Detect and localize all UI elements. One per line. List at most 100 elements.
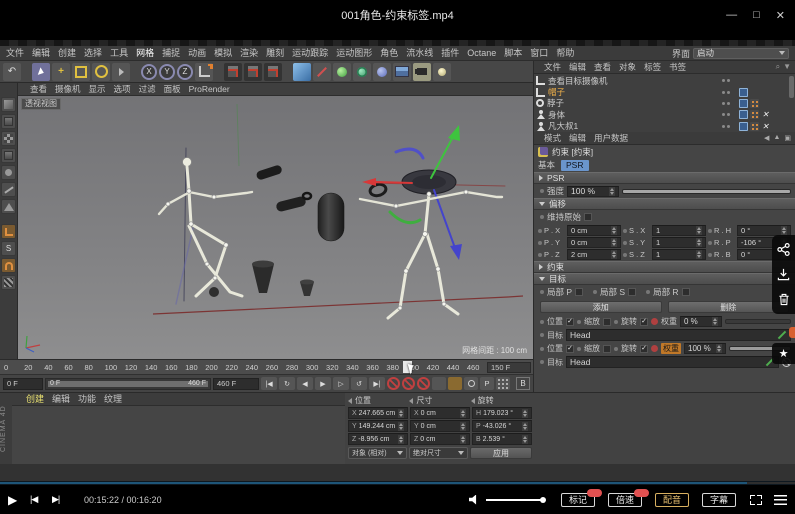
animated-dot-icon[interactable] xyxy=(651,345,658,352)
maintain-checkbox[interactable] xyxy=(584,213,592,221)
x-axis-button[interactable]: X xyxy=(141,64,157,80)
previous-video-button[interactable]: |◀ xyxy=(30,494,52,505)
delete-target-button[interactable]: 删除 xyxy=(668,301,790,313)
transport-button[interactable]: ↺ xyxy=(351,377,367,390)
fullscreen-icon[interactable] xyxy=(750,495,762,505)
menu-item[interactable]: 角色 xyxy=(376,46,402,60)
volume-icon[interactable] xyxy=(469,495,480,505)
viewport-menu-item[interactable]: 摄像机 xyxy=(51,82,85,96)
menu-item[interactable]: 插件 xyxy=(437,46,463,60)
autokey-icon[interactable] xyxy=(402,377,415,390)
rotation-checkbox[interactable]: ✓ xyxy=(640,318,648,326)
current-frame-field[interactable]: 0 F xyxy=(3,378,43,390)
section-offset[interactable]: 偏移 xyxy=(534,198,795,210)
weight-field[interactable]: 0 % xyxy=(680,316,722,327)
record-pla-toggle[interactable] xyxy=(496,377,510,390)
menu-item[interactable]: 运动图形 xyxy=(332,46,376,60)
scrollbar[interactable] xyxy=(789,76,794,98)
render-view-icon[interactable] xyxy=(224,63,242,81)
download-icon[interactable] xyxy=(777,268,790,281)
object-row[interactable]: 凡大叔1 ✕ xyxy=(536,121,795,132)
camera-icon[interactable] xyxy=(413,63,431,81)
size-mode-dropdown[interactable]: 绝对尺寸 xyxy=(409,447,468,459)
menu-item[interactable]: 模拟 xyxy=(210,46,236,60)
material-menu-item[interactable]: 功能 xyxy=(74,392,100,406)
menu-item[interactable]: 运动跟踪 xyxy=(288,46,332,60)
record-position-toggle[interactable] xyxy=(432,377,446,390)
coordinate-system-icon[interactable] xyxy=(195,63,213,81)
menu-item[interactable]: 流水线 xyxy=(402,46,437,60)
end-frame-field[interactable]: 460 F xyxy=(213,378,259,390)
attribute-menu-item[interactable]: 模式 xyxy=(540,132,565,145)
y-axis-button[interactable]: Y xyxy=(159,64,175,80)
pick-icon[interactable] xyxy=(778,331,786,339)
weights-tag-icon[interactable] xyxy=(750,122,759,131)
coord-mode-dropdown[interactable]: 对象 (相对) xyxy=(348,447,407,459)
video-frame[interactable]: 文件编辑创建选择工具网格捕捉动画模拟渲染雕刻运动跟踪运动图形角色流水线插件Oct… xyxy=(0,30,795,481)
floor-icon[interactable] xyxy=(393,63,411,81)
material-manager-body[interactable] xyxy=(12,406,345,464)
visibility-dots[interactable] xyxy=(722,113,736,116)
next-video-button[interactable]: ▶| xyxy=(52,494,74,505)
viewport-scene[interactable]: 透视视图 xyxy=(18,96,533,359)
transport-button[interactable]: ▶ xyxy=(315,377,331,390)
visibility-dots[interactable] xyxy=(722,79,736,82)
minimize-button[interactable]: — xyxy=(726,9,737,21)
attribute-menu-item[interactable]: 编辑 xyxy=(565,132,590,145)
filter-icon[interactable]: ▼ xyxy=(783,62,791,72)
rot-b-field[interactable]: B2.539 ° xyxy=(472,433,532,445)
close-button[interactable]: ✕ xyxy=(776,9,785,22)
interface-dropdown[interactable]: 启动 xyxy=(693,48,789,59)
object-row[interactable]: 身体 ✕ xyxy=(536,109,795,120)
pz-field[interactable]: 2 cm xyxy=(567,249,621,260)
render-settings-icon[interactable] xyxy=(264,63,282,81)
object-manager-menu-item[interactable]: 文件 xyxy=(540,60,565,74)
viewport[interactable]: 查看摄像机显示选项过滤面板ProRender 透视视图 xyxy=(18,83,533,359)
attribute-nav-icons[interactable]: ◀▲▣ xyxy=(764,134,795,142)
model-mode-icon[interactable] xyxy=(1,114,16,129)
move-tool-icon[interactable]: + xyxy=(52,63,70,81)
strength-slider[interactable] xyxy=(622,189,791,194)
strength-field[interactable]: 100 % xyxy=(567,186,619,197)
py-field[interactable]: 0 cm xyxy=(567,237,621,248)
maximize-button[interactable]: □ xyxy=(753,9,760,21)
viewport-menu-item[interactable]: 面板 xyxy=(160,82,185,96)
undo-icon[interactable]: ↶ xyxy=(3,63,21,81)
dub-button[interactable]: 配音 xyxy=(655,493,689,507)
rotation-checkbox[interactable]: ✓ xyxy=(640,345,648,353)
render-picture-viewer-icon[interactable] xyxy=(244,63,262,81)
light-icon[interactable] xyxy=(433,63,451,81)
size-z-field[interactable]: Z0 cm xyxy=(410,433,470,445)
keyframe-selection-icon[interactable] xyxy=(417,377,430,390)
weight-field[interactable]: 100 % xyxy=(684,343,726,354)
snap-icon[interactable]: S xyxy=(1,241,16,256)
keyframe-b-button[interactable]: B xyxy=(516,377,530,390)
pos-z-field[interactable]: Z-8.956 cm xyxy=(348,433,408,445)
deformer-icon[interactable] xyxy=(353,63,371,81)
px-field[interactable]: 0 cm xyxy=(567,225,621,236)
position-checkbox[interactable]: ✓ xyxy=(566,318,574,326)
search-icon[interactable]: ⌕ xyxy=(776,62,780,72)
points-mode-icon[interactable] xyxy=(1,165,16,180)
stepper[interactable] xyxy=(609,187,615,196)
tab-basic[interactable]: 基本 xyxy=(538,159,555,171)
make-editable-icon[interactable] xyxy=(1,97,16,112)
object-manager-menu-item[interactable]: 编辑 xyxy=(565,60,590,74)
enable-axis-icon[interactable] xyxy=(1,224,16,239)
timeline-end-field[interactable]: 150 F xyxy=(487,362,531,373)
material-menu-item[interactable]: 创建 xyxy=(22,392,48,406)
section-target[interactable]: 目标 xyxy=(534,273,795,285)
section-constraint[interactable]: 约束 xyxy=(534,261,795,273)
sx-field[interactable]: 1 xyxy=(652,225,706,236)
object-row[interactable]: 帽子 xyxy=(536,86,795,97)
menu-item[interactable]: 渲染 xyxy=(236,46,262,60)
section-psr[interactable]: PSR xyxy=(534,172,795,184)
viewport-menu-item[interactable]: 查看 xyxy=(26,82,51,96)
visibility-dots[interactable] xyxy=(722,91,736,94)
magnet-snap-icon[interactable] xyxy=(1,258,16,273)
favorite-star-icon[interactable]: ★ xyxy=(772,343,795,364)
timeline-ruler[interactable]: 0204060801001201401601802002202402602803… xyxy=(0,360,533,375)
target-field[interactable]: Head xyxy=(566,329,791,341)
menu-item[interactable]: 创建 xyxy=(54,46,80,60)
rot-h-field[interactable]: H179.023 ° xyxy=(472,407,532,419)
